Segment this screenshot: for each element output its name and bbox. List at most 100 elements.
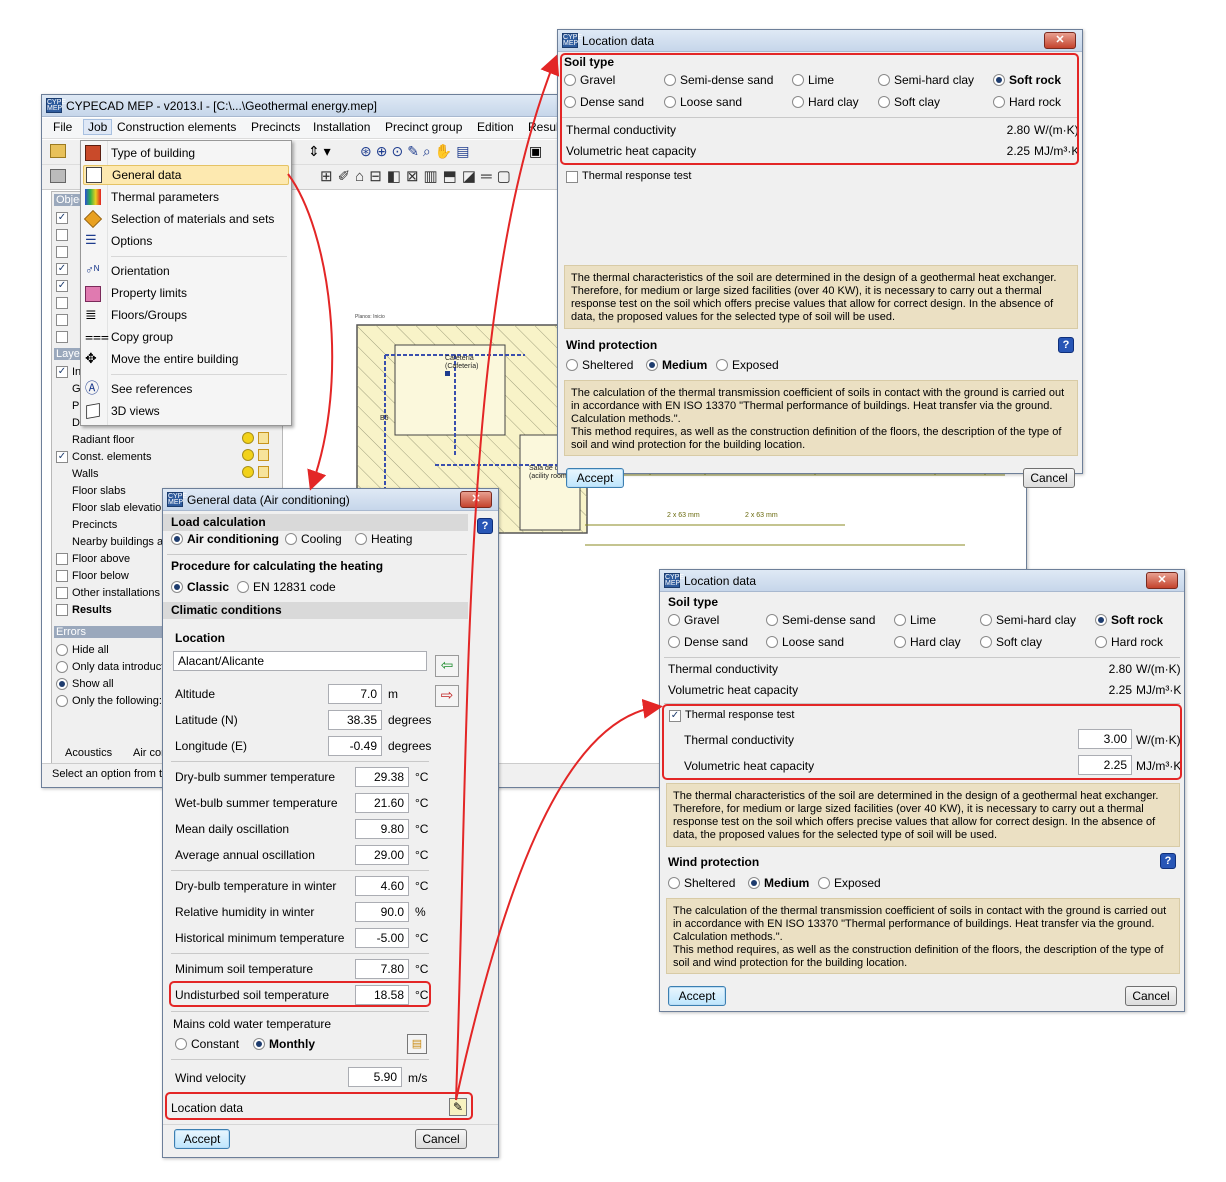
wind-medium[interactable]: Medium xyxy=(646,358,707,372)
radio-dot[interactable] xyxy=(766,636,778,648)
radio-heating[interactable]: Heating xyxy=(355,532,412,546)
radio-cooling[interactable]: Cooling xyxy=(285,532,342,546)
altitude-input[interactable]: 7.0 xyxy=(328,684,382,704)
radio-dot[interactable] xyxy=(1095,636,1107,648)
wind-sheltered[interactable]: Sheltered xyxy=(668,876,735,890)
location-input[interactable]: Alacant/Alicante xyxy=(173,651,427,671)
radio-dot[interactable] xyxy=(894,636,906,648)
cad-tools-icons[interactable]: ⊞✐⌂⊟◧⊠▥⬒◪═▢ xyxy=(320,167,516,185)
tab-acoustics[interactable]: Acoustics xyxy=(65,747,112,759)
properties-icon[interactable] xyxy=(50,169,66,183)
radio-dot[interactable] xyxy=(253,1038,265,1050)
accept-button[interactable]: Accept xyxy=(566,468,624,488)
menu-item-thermal-parameters[interactable]: Thermal parameters xyxy=(81,187,291,207)
cancel-button[interactable]: Cancel xyxy=(415,1129,467,1149)
layer-check[interactable] xyxy=(56,604,68,616)
layer-check[interactable]: ✓ xyxy=(56,451,68,463)
import-location-button[interactable]: ⇦ xyxy=(435,655,459,677)
soil-loose-sand[interactable]: Loose sand xyxy=(766,635,844,649)
layer-check[interactable] xyxy=(56,587,68,599)
obj-check-8[interactable] xyxy=(56,331,68,343)
radio-dot[interactable] xyxy=(285,533,297,545)
monthly-edit-button[interactable]: ▤ xyxy=(407,1034,427,1054)
radio-dot[interactable] xyxy=(716,359,728,371)
menu-precinct-group[interactable]: Precinct group xyxy=(385,120,462,134)
soil-hard-clay[interactable]: Hard clay xyxy=(894,635,961,649)
layer-check[interactable] xyxy=(56,570,68,582)
binoculars-icon[interactable]: ▣ xyxy=(529,143,542,160)
close-icon[interactable]: ✕ xyxy=(1146,572,1178,589)
wind-medium[interactable]: Medium xyxy=(748,876,809,890)
radio-dot[interactable] xyxy=(1095,614,1107,626)
obj-check-6[interactable] xyxy=(56,297,68,309)
menu-file[interactable]: File xyxy=(53,120,72,134)
menu-item-move-building[interactable]: ✥ Move the entire building xyxy=(81,349,291,369)
radio-dot[interactable] xyxy=(355,533,367,545)
obj-check-2[interactable] xyxy=(56,229,68,241)
lock-icon[interactable] xyxy=(258,449,269,461)
radio-dot[interactable] xyxy=(818,877,830,889)
wind-exposed[interactable]: Exposed xyxy=(818,876,881,890)
soil-lime[interactable]: Lime xyxy=(894,613,936,627)
radio-constant[interactable]: Constant xyxy=(175,1037,239,1051)
radio-dot[interactable] xyxy=(56,678,68,690)
close-icon[interactable]: ✕ xyxy=(1044,32,1076,49)
menu-item-see-references[interactable]: Ⓐ See references xyxy=(81,379,291,399)
menu-construction-elements[interactable]: Construction elements xyxy=(117,120,236,134)
min-soil-temp-input[interactable]: 7.80 xyxy=(355,959,409,979)
radio-dot[interactable] xyxy=(748,877,760,889)
menu-installation[interactable]: Installation xyxy=(313,120,370,134)
longitude-input[interactable]: -0.49 xyxy=(328,736,382,756)
cancel-button[interactable]: Cancel xyxy=(1125,986,1177,1006)
radio-dot[interactable] xyxy=(171,581,183,593)
radio-dot[interactable] xyxy=(56,695,68,707)
menu-job[interactable]: Job xyxy=(83,119,113,135)
latitude-input[interactable]: 38.35 xyxy=(328,710,382,730)
error-option-data-intro[interactable]: Only data introducti xyxy=(56,661,167,673)
zoom-tools-icons[interactable]: ⊛⊕⊙✎⌕✋▤ xyxy=(360,143,473,160)
error-option-show-all[interactable]: Show all xyxy=(56,678,114,690)
radio-air-conditioning[interactable]: Air conditioning xyxy=(171,532,279,546)
radio-dot[interactable] xyxy=(668,614,680,626)
menu-item-copy-group[interactable]: ⩶ Copy group xyxy=(81,327,291,347)
radio-dot[interactable] xyxy=(237,581,249,593)
soil-semi-dense-sand[interactable]: Semi-dense sand xyxy=(766,613,875,627)
annual-oscillation-input[interactable]: 29.00 xyxy=(355,845,409,865)
help-icon[interactable]: ? xyxy=(1058,337,1074,353)
menu-item-3d-views[interactable]: 3D views xyxy=(81,401,291,421)
menu-item-type-of-building[interactable]: Type of building xyxy=(81,143,291,163)
export-location-button[interactable]: ⇨ xyxy=(435,685,459,707)
open-folder-icon[interactable] xyxy=(50,144,66,158)
soil-semi-hard-clay[interactable]: Semi-hard clay xyxy=(980,613,1076,627)
humidity-winter-input[interactable]: 90.0 xyxy=(355,902,409,922)
wind-exposed[interactable]: Exposed xyxy=(716,358,779,372)
layer-check[interactable]: ✓ xyxy=(56,366,68,378)
radio-en12831[interactable]: EN 12831 code xyxy=(237,580,336,594)
obj-check-1[interactable]: ✓ xyxy=(56,212,68,224)
wet-bulb-summer-input[interactable]: 21.60 xyxy=(355,793,409,813)
dry-bulb-summer-input[interactable]: 29.38 xyxy=(355,767,409,787)
radio-dot[interactable] xyxy=(56,644,68,656)
obj-check-3[interactable] xyxy=(56,246,68,258)
help-icon[interactable]: ? xyxy=(1160,853,1176,869)
radio-dot[interactable] xyxy=(766,614,778,626)
thermal-response-test-checkbox[interactable] xyxy=(566,171,578,183)
menu-item-materials[interactable]: Selection of materials and sets xyxy=(81,209,291,229)
layer-check[interactable] xyxy=(56,553,68,565)
obj-check-7[interactable] xyxy=(56,314,68,326)
mean-daily-oscillation-input[interactable]: 9.80 xyxy=(355,819,409,839)
radio-dot[interactable] xyxy=(668,877,680,889)
soil-soft-clay[interactable]: Soft clay xyxy=(980,635,1042,649)
obj-check-4[interactable]: ✓ xyxy=(56,263,68,275)
wind-velocity-input[interactable]: 5.90 xyxy=(348,1067,402,1087)
menu-results[interactable]: Resul xyxy=(528,120,559,134)
menu-edition[interactable]: Edition xyxy=(477,120,514,134)
soil-hard-rock[interactable]: Hard rock xyxy=(1095,635,1163,649)
lock-icon[interactable] xyxy=(258,432,269,444)
bulb-icon[interactable] xyxy=(242,466,254,478)
radio-dot[interactable] xyxy=(175,1038,187,1050)
cancel-button[interactable]: Cancel xyxy=(1023,468,1075,488)
help-icon[interactable]: ? xyxy=(477,518,493,534)
bulb-icon[interactable] xyxy=(242,432,254,444)
radio-dot[interactable] xyxy=(646,359,658,371)
